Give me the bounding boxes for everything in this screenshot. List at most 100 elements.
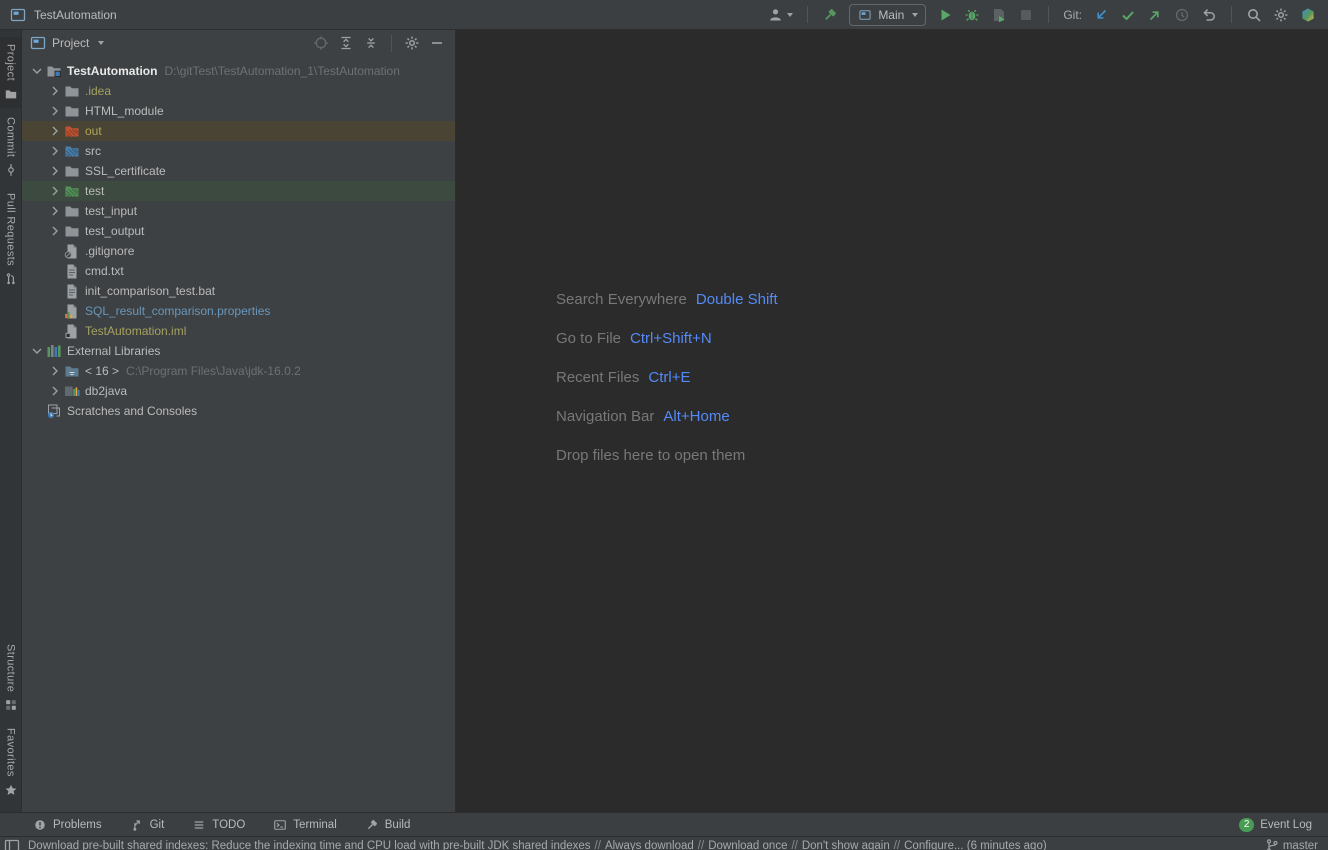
structure-icon [4,699,17,712]
chevron-collapsed-icon[interactable] [46,223,64,239]
file-text-icon [64,263,80,279]
left-toolwindow-stripe: ProjectCommitPull Requests StructureFavo… [0,30,22,812]
toolwindow-button-label: Terminal [293,819,336,831]
toolwindow-button-git[interactable]: Git [129,817,165,833]
toolwindow-button-terminal[interactable]: Terminal [272,817,336,833]
tree-item-path: C:\Program Files\Java\jdk-16.0.2 [126,364,301,378]
chevron-collapsed-icon[interactable] [46,163,64,179]
hide-icon[interactable] [429,35,445,51]
code-with-me-icon[interactable] [1300,7,1316,23]
chevron-collapsed-icon[interactable] [46,183,64,199]
run-config-name: Main [878,8,904,22]
chevron-collapsed-icon[interactable] [46,143,64,159]
tree-row-ssl-certificate[interactable]: SSL_certificate [22,161,455,181]
tree-row-out[interactable]: out [22,121,455,141]
stripe-tab-favorites[interactable]: Favorites [0,721,21,804]
chevron-down-icon [98,41,104,45]
tree-item-label: HTML_module [85,104,164,118]
file-text-icon [64,283,80,299]
toolwindow-toggle-icon[interactable] [4,838,20,850]
tree-row-gitignore[interactable]: .gitignore [22,241,455,261]
collapse-all-icon[interactable] [363,35,379,51]
tree-row-testautomation-iml[interactable]: TestAutomation.iml [22,321,455,341]
rollback-icon[interactable] [1201,7,1217,23]
event-log-label: Event Log [1260,819,1312,831]
git-branch-widget[interactable]: master [1264,838,1318,850]
git-push-icon[interactable] [1147,7,1163,23]
git-commit-icon[interactable] [1120,7,1136,23]
debug-icon[interactable] [964,7,980,23]
stripe-tab-pull-requests[interactable]: Pull Requests [0,186,21,293]
app-window-icon [10,7,26,23]
hint-shortcut-key: Ctrl+E [648,369,690,386]
project-toolwindow-title[interactable]: Project [30,35,104,51]
stripe-tab-project[interactable]: Project [0,37,21,108]
toolwindow-button-todo[interactable]: TODO [191,817,245,833]
hammer-icon[interactable] [822,7,838,23]
chevron-collapsed-icon[interactable] [46,103,64,119]
tree-item-label: test_input [85,204,137,218]
hint-action-label: Navigation Bar [556,408,654,425]
shortcut-hint-recent-files: Recent FilesCtrl+E [556,358,778,397]
stripe-tab-structure[interactable]: Structure [0,637,21,719]
status-link-don-t-show-again[interactable]: Don't show again [802,840,890,850]
git-update-icon[interactable] [1093,7,1109,23]
search-icon[interactable] [1246,7,1262,23]
user-icon[interactable] [768,7,793,23]
tree-row-src[interactable]: src [22,141,455,161]
tree-row-init-comparison-test-bat[interactable]: init_comparison_test.bat [22,281,455,301]
tree-row-test-output[interactable]: test_output [22,221,455,241]
shortcut-hint-search-everywhere: Search EverywhereDouble Shift [556,280,778,319]
titlebar: TestAutomation MainGit: [0,0,1328,30]
chevron-collapsed-icon[interactable] [46,83,64,99]
chevron-collapsed-icon[interactable] [46,383,64,399]
event-log-button[interactable]: 2 Event Log [1239,818,1312,832]
project-view-icon [30,35,46,51]
options-icon[interactable] [404,35,420,51]
tree-row-cmd-txt[interactable]: cmd.txt [22,261,455,281]
tree-row-sql-result-comparison-properties[interactable]: SQL_result_comparison.properties [22,301,455,321]
chevron-expanded-icon[interactable] [28,63,46,79]
chevron-collapsed-icon[interactable] [46,363,64,379]
chevron-collapsed-icon[interactable] [46,203,64,219]
tree-row-external-libraries[interactable]: External Libraries [22,341,455,361]
editor-area[interactable]: Search EverywhereDouble ShiftGo to FileC… [456,30,1328,812]
stripe-bottom-group: StructureFavorites [0,635,21,806]
status-message: Download pre-built shared indexes: Reduc… [28,840,1047,850]
tree-row-html-module[interactable]: HTML_module [22,101,455,121]
tree-row-idea[interactable]: .idea [22,81,455,101]
run-icon[interactable] [937,7,953,23]
status-link-always-download[interactable]: Always download [605,840,694,850]
tree-row-testautomation[interactable]: TestAutomationD:\gitTest\TestAutomation_… [22,61,455,81]
stripe-tab-commit[interactable]: Commit [0,110,21,184]
toolwindow-button-label: Build [385,819,411,831]
bottom-toolwindow-bar: Problems Git TODO Terminal Build 2 Event Log [0,812,1328,836]
hint-shortcut-key: Double Shift [696,291,778,308]
status-link-configure[interactable]: Configure... [904,840,963,850]
tree-item-label: < 16 > [85,364,119,378]
toolwindow-button-problems[interactable]: Problems [32,817,102,833]
tree-item-label: cmd.txt [85,264,124,278]
expand-all-icon[interactable] [338,35,354,51]
chevron-expanded-icon[interactable] [28,343,46,359]
chevron-down-icon [912,13,918,17]
toolwindow-button-build[interactable]: Build [364,817,411,833]
locate-icon[interactable] [313,35,329,51]
empty-editor-hints: Search EverywhereDouble ShiftGo to FileC… [556,280,778,475]
toolbar-separator [1231,6,1232,23]
tree-row-db2java[interactable]: db2java [22,381,455,401]
project-tree: TestAutomationD:\gitTest\TestAutomation_… [22,56,455,812]
tree-row-test-input[interactable]: test_input [22,201,455,221]
status-link-download-once[interactable]: Download once [708,840,787,850]
chevron-collapsed-icon[interactable] [46,123,64,139]
toolwindow-button-label: Git [150,819,165,831]
tree-row-scratches-and-consoles[interactable]: Scratches and Consoles [22,401,455,421]
run-configuration-selector[interactable]: Main [849,4,926,26]
build-icon [365,818,379,832]
tree-row-16[interactable]: < 16 > C:\Program Files\Java\jdk-16.0.2 [22,361,455,381]
tree-item-label: init_comparison_test.bat [85,284,215,298]
tree-row-test[interactable]: test [22,181,455,201]
file-properties-icon [64,303,80,319]
settings-icon[interactable] [1273,7,1289,23]
coverage-icon[interactable] [991,7,1007,23]
